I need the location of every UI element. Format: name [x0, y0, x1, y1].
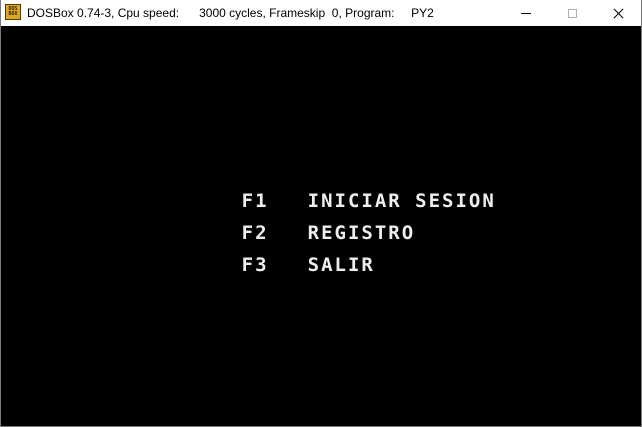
minimize-button[interactable] — [503, 0, 549, 26]
maximize-button[interactable] — [549, 0, 595, 26]
dos-screen[interactable]: F1 INICIAR SESION F2 REGISTRO F3 SALIR — [1, 26, 641, 426]
dosbox-icon[interactable]: DOS BOX — [5, 4, 21, 20]
menu-item-salir: F3 SALIR — [161, 232, 375, 298]
maximize-icon — [567, 8, 577, 18]
title-bar[interactable]: DOS BOX DOSBox 0.74-3, Cpu speed: 3000 cy… — [1, 0, 641, 26]
menu-key: F3 — [241, 254, 269, 276]
window-title: DOSBox 0.74-3, Cpu speed: 3000 cycles, F… — [27, 6, 434, 20]
dosbox-window: DOS BOX DOSBox 0.74-3, Cpu speed: 3000 cy… — [0, 0, 642, 427]
close-icon — [613, 8, 624, 19]
close-button[interactable] — [595, 0, 641, 26]
minimize-icon — [521, 12, 531, 14]
menu-label: SALIR — [307, 254, 375, 276]
